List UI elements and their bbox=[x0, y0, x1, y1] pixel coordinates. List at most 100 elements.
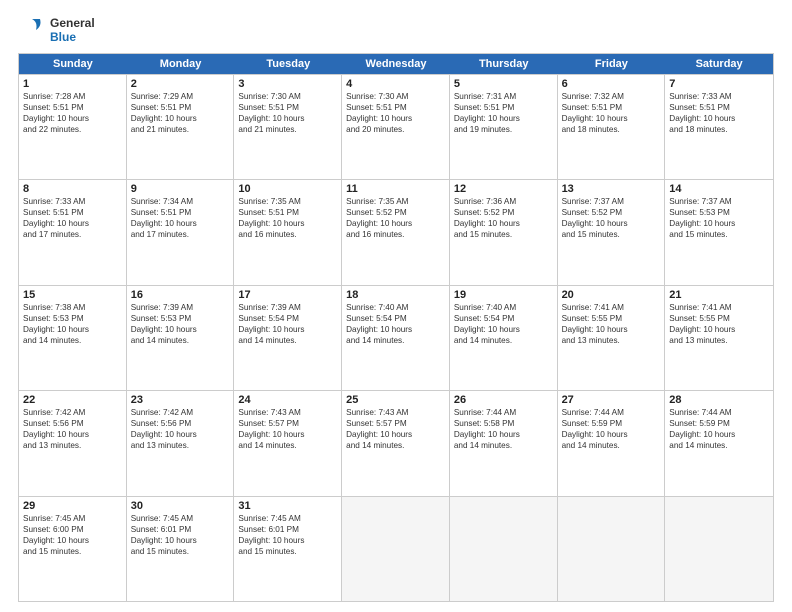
day-cell-27: 27Sunrise: 7:44 AMSunset: 5:59 PMDayligh… bbox=[558, 391, 666, 495]
day-number: 18 bbox=[346, 289, 445, 301]
cell-info-line: and 15 minutes. bbox=[131, 546, 230, 557]
day-number: 24 bbox=[238, 394, 337, 406]
day-cell-4: 4Sunrise: 7:30 AMSunset: 5:51 PMDaylight… bbox=[342, 75, 450, 179]
cell-info-line: Sunset: 5:51 PM bbox=[23, 207, 122, 218]
day-cell-12: 12Sunrise: 7:36 AMSunset: 5:52 PMDayligh… bbox=[450, 180, 558, 284]
cell-info-line: and 18 minutes. bbox=[562, 124, 661, 135]
day-cell-22: 22Sunrise: 7:42 AMSunset: 5:56 PMDayligh… bbox=[19, 391, 127, 495]
cell-info-line: and 13 minutes. bbox=[23, 440, 122, 451]
day-number: 30 bbox=[131, 500, 230, 512]
day-cell-24: 24Sunrise: 7:43 AMSunset: 5:57 PMDayligh… bbox=[234, 391, 342, 495]
cell-info-line: Sunrise: 7:45 AM bbox=[131, 513, 230, 524]
day-cell-8: 8Sunrise: 7:33 AMSunset: 5:51 PMDaylight… bbox=[19, 180, 127, 284]
cell-info-line: Daylight: 10 hours bbox=[562, 113, 661, 124]
cell-info-line: Daylight: 10 hours bbox=[669, 324, 769, 335]
cell-info-line: Daylight: 10 hours bbox=[238, 113, 337, 124]
cell-info-line: Sunset: 5:55 PM bbox=[562, 313, 661, 324]
cell-info-line: Sunrise: 7:45 AM bbox=[238, 513, 337, 524]
day-number: 9 bbox=[131, 183, 230, 195]
day-cell-31: 31Sunrise: 7:45 AMSunset: 6:01 PMDayligh… bbox=[234, 497, 342, 601]
cell-info-line: Sunrise: 7:34 AM bbox=[131, 196, 230, 207]
cell-info-line: Daylight: 10 hours bbox=[23, 324, 122, 335]
cell-info-line: Sunrise: 7:40 AM bbox=[346, 302, 445, 313]
day-number: 26 bbox=[454, 394, 553, 406]
cell-info-line: Sunset: 5:54 PM bbox=[346, 313, 445, 324]
day-of-week-monday: Monday bbox=[127, 54, 235, 74]
cell-info-line: Daylight: 10 hours bbox=[238, 324, 337, 335]
calendar-body: 1Sunrise: 7:28 AMSunset: 5:51 PMDaylight… bbox=[19, 74, 773, 601]
cell-info-line: and 17 minutes. bbox=[23, 229, 122, 240]
day-of-week-friday: Friday bbox=[558, 54, 666, 74]
day-number: 16 bbox=[131, 289, 230, 301]
cell-info-line: Sunrise: 7:41 AM bbox=[669, 302, 769, 313]
day-number: 20 bbox=[562, 289, 661, 301]
empty-cell bbox=[342, 497, 450, 601]
cell-info-line: Sunset: 5:51 PM bbox=[131, 207, 230, 218]
cell-info-line: and 14 minutes. bbox=[346, 440, 445, 451]
cell-info-line: and 20 minutes. bbox=[346, 124, 445, 135]
day-cell-19: 19Sunrise: 7:40 AMSunset: 5:54 PMDayligh… bbox=[450, 286, 558, 390]
day-number: 23 bbox=[131, 394, 230, 406]
cell-info-line: and 15 minutes. bbox=[454, 229, 553, 240]
day-number: 1 bbox=[23, 78, 122, 90]
day-cell-14: 14Sunrise: 7:37 AMSunset: 5:53 PMDayligh… bbox=[665, 180, 773, 284]
cell-info-line: Sunrise: 7:45 AM bbox=[23, 513, 122, 524]
day-cell-25: 25Sunrise: 7:43 AMSunset: 5:57 PMDayligh… bbox=[342, 391, 450, 495]
cell-info-line: Sunrise: 7:37 AM bbox=[669, 196, 769, 207]
cell-info-line: Daylight: 10 hours bbox=[346, 113, 445, 124]
day-number: 12 bbox=[454, 183, 553, 195]
cell-info-line: Daylight: 10 hours bbox=[346, 218, 445, 229]
cell-info-line: Sunset: 5:52 PM bbox=[346, 207, 445, 218]
day-of-week-thursday: Thursday bbox=[450, 54, 558, 74]
cell-info-line: Daylight: 10 hours bbox=[238, 218, 337, 229]
day-number: 19 bbox=[454, 289, 553, 301]
day-cell-20: 20Sunrise: 7:41 AMSunset: 5:55 PMDayligh… bbox=[558, 286, 666, 390]
cell-info-line: Sunset: 5:59 PM bbox=[562, 418, 661, 429]
cell-info-line: Daylight: 10 hours bbox=[454, 324, 553, 335]
day-number: 6 bbox=[562, 78, 661, 90]
cell-info-line: and 16 minutes. bbox=[238, 229, 337, 240]
day-cell-30: 30Sunrise: 7:45 AMSunset: 6:01 PMDayligh… bbox=[127, 497, 235, 601]
cell-info-line: Sunrise: 7:33 AM bbox=[669, 91, 769, 102]
day-cell-6: 6Sunrise: 7:32 AMSunset: 5:51 PMDaylight… bbox=[558, 75, 666, 179]
cell-info-line: and 15 minutes. bbox=[23, 546, 122, 557]
day-number: 8 bbox=[23, 183, 122, 195]
day-number: 15 bbox=[23, 289, 122, 301]
cell-info-line: and 15 minutes. bbox=[669, 229, 769, 240]
cell-info-line: Daylight: 10 hours bbox=[238, 429, 337, 440]
cell-info-line: Daylight: 10 hours bbox=[131, 429, 230, 440]
cell-info-line: and 16 minutes. bbox=[346, 229, 445, 240]
logo: GeneralBlue bbox=[18, 16, 95, 45]
cell-info-line: Sunset: 5:54 PM bbox=[238, 313, 337, 324]
cell-info-line: and 14 minutes. bbox=[454, 440, 553, 451]
calendar-week-4: 22Sunrise: 7:42 AMSunset: 5:56 PMDayligh… bbox=[19, 390, 773, 495]
cell-info-line: Sunrise: 7:30 AM bbox=[238, 91, 337, 102]
day-of-week-saturday: Saturday bbox=[665, 54, 773, 74]
cell-info-line: and 14 minutes. bbox=[238, 335, 337, 346]
cell-info-line: Daylight: 10 hours bbox=[131, 218, 230, 229]
cell-info-line: Daylight: 10 hours bbox=[346, 429, 445, 440]
day-number: 11 bbox=[346, 183, 445, 195]
day-number: 22 bbox=[23, 394, 122, 406]
cell-info-line: Sunrise: 7:39 AM bbox=[238, 302, 337, 313]
calendar-week-2: 8Sunrise: 7:33 AMSunset: 5:51 PMDaylight… bbox=[19, 179, 773, 284]
cell-info-line: Sunrise: 7:44 AM bbox=[454, 407, 553, 418]
cell-info-line: Daylight: 10 hours bbox=[669, 429, 769, 440]
day-number: 4 bbox=[346, 78, 445, 90]
cell-info-line: Sunrise: 7:42 AM bbox=[23, 407, 122, 418]
calendar: SundayMondayTuesdayWednesdayThursdayFrid… bbox=[18, 53, 774, 602]
day-of-week-sunday: Sunday bbox=[19, 54, 127, 74]
cell-info-line: Sunset: 5:51 PM bbox=[131, 102, 230, 113]
cell-info-line: Sunset: 5:52 PM bbox=[454, 207, 553, 218]
empty-cell bbox=[665, 497, 773, 601]
cell-info-line: and 14 minutes. bbox=[346, 335, 445, 346]
day-cell-21: 21Sunrise: 7:41 AMSunset: 5:55 PMDayligh… bbox=[665, 286, 773, 390]
cell-info-line: and 19 minutes. bbox=[454, 124, 553, 135]
generalblue-logo-icon bbox=[18, 16, 46, 44]
cell-info-line: Sunrise: 7:31 AM bbox=[454, 91, 553, 102]
day-cell-15: 15Sunrise: 7:38 AMSunset: 5:53 PMDayligh… bbox=[19, 286, 127, 390]
cell-info-line: Sunset: 6:00 PM bbox=[23, 524, 122, 535]
day-number: 10 bbox=[238, 183, 337, 195]
cell-info-line: and 14 minutes. bbox=[562, 440, 661, 451]
cell-info-line: Daylight: 10 hours bbox=[238, 535, 337, 546]
